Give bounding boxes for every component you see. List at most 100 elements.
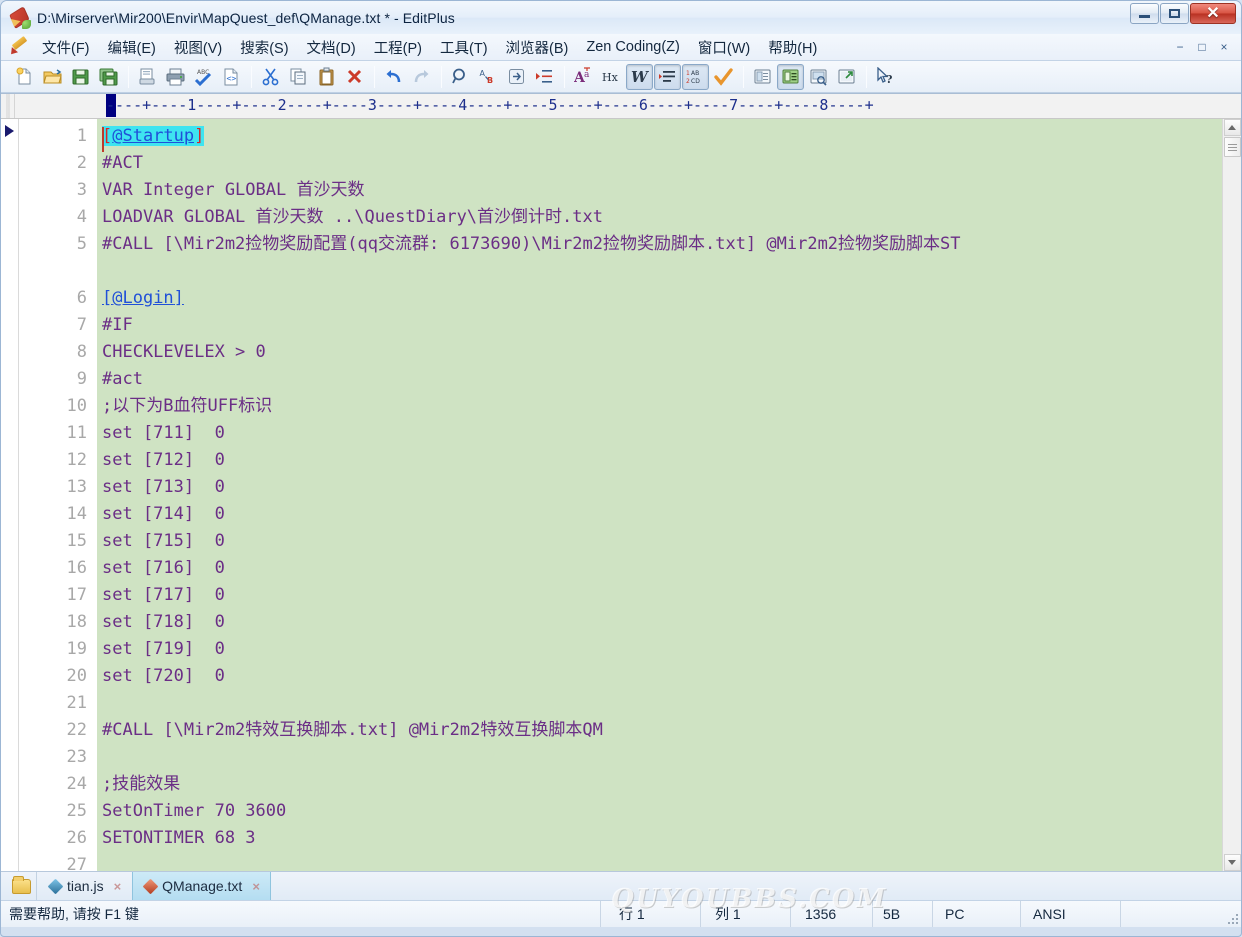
code-line[interactable]: set [712] 0 xyxy=(102,447,1222,474)
undo-icon[interactable] xyxy=(380,64,407,90)
line-numbers-icon[interactable]: 1 AB 2 CD xyxy=(682,63,709,90)
doc-close-button[interactable]: × xyxy=(1213,37,1235,56)
code-text-area[interactable]: [@Startup] #ACT VAR Integer GLOBAL 首沙天数 LOA… xyxy=(97,119,1222,871)
code-line[interactable]: set [715] 0 xyxy=(102,528,1222,555)
browser-preview-icon[interactable]: <> xyxy=(218,64,245,90)
code-line[interactable]: [@Startup] xyxy=(102,123,1222,152)
code-line[interactable]: #IF xyxy=(102,312,1222,339)
align-icon[interactable] xyxy=(654,63,681,90)
delete-icon[interactable] xyxy=(341,64,368,90)
scrollbar-thumb[interactable] xyxy=(1223,137,1241,157)
menu-item-browser[interactable]: 浏览器(B) xyxy=(498,34,577,61)
menu-item-search[interactable]: 搜索(S) xyxy=(232,34,296,61)
status-filesize: 1356 xyxy=(791,901,873,927)
print-icon[interactable] xyxy=(162,64,189,90)
line-number: 2 xyxy=(76,153,87,173)
tab-tian-js[interactable]: tian.js × xyxy=(37,872,132,900)
save-all-icon[interactable] xyxy=(95,64,122,90)
code-line[interactable]: CHECKLEVELEX > 0 xyxy=(102,339,1222,366)
scroll-down-button[interactable] xyxy=(1223,854,1241,871)
replace-icon[interactable]: AB xyxy=(475,64,502,90)
toolbar: ABC <> AB Aa Hx W 1 AB 2 CD ? xyxy=(1,61,1241,93)
code-line[interactable]: #act xyxy=(102,366,1222,393)
menu-item-zencoding[interactable]: Zen Coding(Z) xyxy=(578,36,687,58)
new-file-icon[interactable] xyxy=(11,64,38,90)
output-window-icon[interactable] xyxy=(833,64,860,90)
scroll-up-button[interactable] xyxy=(1223,119,1241,136)
cut-icon[interactable] xyxy=(257,64,284,90)
code-line[interactable]: set [713] 0 xyxy=(102,474,1222,501)
minimize-button[interactable] xyxy=(1130,3,1159,24)
word-wrap-icon[interactable]: W xyxy=(626,63,653,90)
menu-item-tools[interactable]: 工具(T) xyxy=(432,34,496,61)
code-line[interactable]: set [714] 0 xyxy=(102,501,1222,528)
print-preview-icon[interactable] xyxy=(134,64,161,90)
code-line[interactable]: ;以下为B血符UFF标识 xyxy=(102,393,1222,420)
window-title: D:\Mirserver\Mir200\Envir\MapQuest_def\Q… xyxy=(37,9,455,26)
code-line[interactable]: [@Login] xyxy=(102,285,1222,312)
menu-item-window[interactable]: 窗口(W) xyxy=(690,34,758,61)
document-selector-icon[interactable] xyxy=(749,64,776,90)
menu-item-help[interactable]: 帮助(H) xyxy=(760,34,825,61)
goto-icon[interactable] xyxy=(503,64,530,90)
code-line[interactable]: #CALL [\Mir2m2特效互换脚本.txt] @Mir2m2特效互换脚本Q… xyxy=(102,717,1222,744)
help-pointer-icon[interactable]: ? xyxy=(872,64,899,90)
cliptext-window-icon[interactable] xyxy=(777,63,804,90)
resize-grip-icon[interactable] xyxy=(1225,901,1241,927)
line-number: 20 xyxy=(66,666,87,686)
hex-viewer-icon[interactable]: Hx xyxy=(598,64,625,90)
editor-area: ----+----1----+----2----+----3----+----4… xyxy=(1,93,1241,871)
toolbar-separator xyxy=(743,65,744,88)
code-line[interactable]: #ACT xyxy=(102,150,1222,177)
menu-item-edit[interactable]: 编辑(E) xyxy=(100,34,164,61)
menu-item-view[interactable]: 视图(V) xyxy=(166,34,230,61)
code-line[interactable]: VAR Integer GLOBAL 首沙天数 xyxy=(102,177,1222,204)
code-line[interactable]: set [719] 0 xyxy=(102,636,1222,663)
code-line[interactable] xyxy=(102,258,1222,285)
menu-item-document[interactable]: 文档(D) xyxy=(299,34,364,61)
line-number: 27 xyxy=(66,855,87,871)
menu-item-file[interactable]: 文件(F) xyxy=(34,34,98,61)
code-line[interactable] xyxy=(102,690,1222,717)
svg-text:a: a xyxy=(584,70,590,80)
code-line[interactable]: set [720] 0 xyxy=(102,663,1222,690)
spell-check-icon[interactable]: ABC xyxy=(190,64,217,90)
toolbar-separator xyxy=(441,65,442,88)
code-line[interactable]: ;技能效果 xyxy=(102,771,1222,798)
open-file-icon[interactable] xyxy=(39,64,66,90)
vertical-scrollbar[interactable] xyxy=(1222,119,1241,871)
code-line[interactable]: SetOnTimer 70 3600 xyxy=(102,798,1222,825)
code-line[interactable]: set [718] 0 xyxy=(102,609,1222,636)
doc-minimize-button[interactable]: − xyxy=(1169,37,1191,56)
code-token: ;技能效果 xyxy=(102,774,181,794)
doc-restore-button[interactable]: □ xyxy=(1191,37,1213,56)
editor-body[interactable]: 12345 6 7 8 9 10 11 12 13 14 15 16 17 18 19 20 21 22 23 24… xyxy=(1,119,1241,871)
bookmark-gutter[interactable] xyxy=(1,119,19,871)
indent-icon[interactable] xyxy=(531,64,558,90)
spellcheck-ok-icon[interactable] xyxy=(710,64,737,90)
menu-item-project[interactable]: 工程(P) xyxy=(366,34,430,61)
tab-qmanage-txt[interactable]: QManage.txt × xyxy=(132,872,271,900)
code-line[interactable]: set [717] 0 xyxy=(102,582,1222,609)
paste-icon[interactable] xyxy=(313,64,340,90)
line-number: 26 xyxy=(66,828,87,848)
redo-icon[interactable] xyxy=(408,64,435,90)
code-line[interactable]: LOADVAR GLOBAL 首沙天数 ..\QuestDiary\首沙倒计时.… xyxy=(102,204,1222,231)
folder-icon[interactable] xyxy=(7,872,37,900)
function-list-icon[interactable] xyxy=(805,64,832,90)
code-line[interactable]: set [711] 0 xyxy=(102,420,1222,447)
code-line[interactable] xyxy=(102,744,1222,771)
find-icon[interactable] xyxy=(447,64,474,90)
maximize-button[interactable] xyxy=(1160,3,1189,24)
svg-text:?: ? xyxy=(886,73,892,86)
code-line[interactable]: SETONTIMER 68 3 xyxy=(102,825,1222,852)
tab-close-icon[interactable]: × xyxy=(114,879,122,894)
copy-icon[interactable] xyxy=(285,64,312,90)
code-line[interactable]: set [716] 0 xyxy=(102,555,1222,582)
close-button[interactable]: ✕ xyxy=(1190,3,1236,24)
tab-close-icon[interactable]: × xyxy=(252,879,260,894)
menu-bar: 文件(F) 编辑(E) 视图(V) 搜索(S) 文档(D) 工程(P) 工具(T… xyxy=(1,34,1241,61)
code-line[interactable]: #CALL [\Mir2m2捡物奖励配置(qq交流群: 6173690)\Mir… xyxy=(102,231,1222,258)
save-file-icon[interactable] xyxy=(67,64,94,90)
change-case-icon[interactable]: Aa xyxy=(570,64,597,90)
